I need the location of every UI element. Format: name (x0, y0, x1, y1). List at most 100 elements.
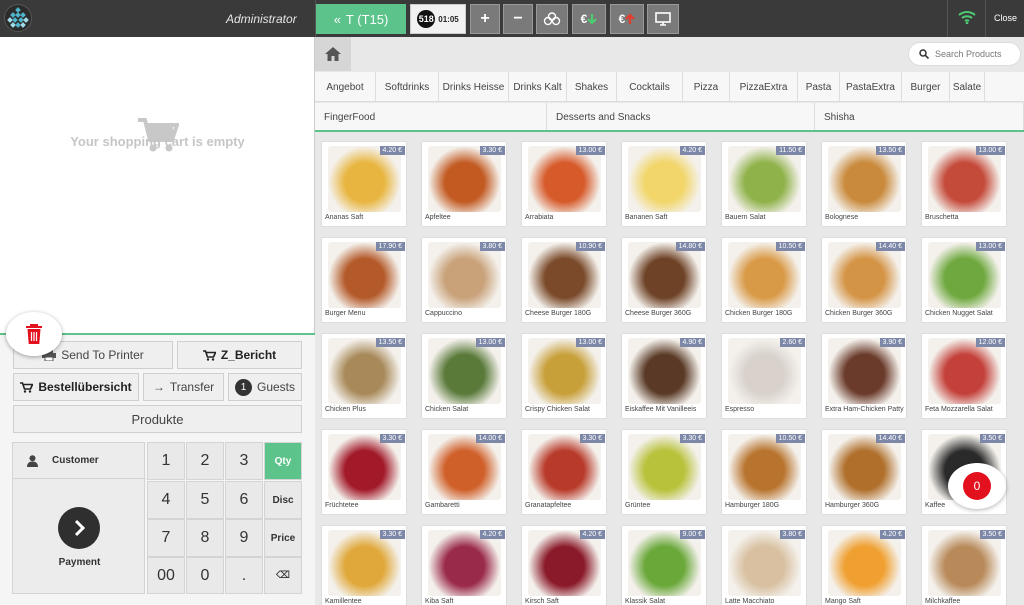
product-card[interactable]: 3.90 € Extra Ham-Chicken Patty (821, 333, 907, 419)
product-card[interactable]: 3.30 € Grüntee (621, 429, 707, 515)
tab-drinks-kalt[interactable]: Drinks Kalt (509, 72, 567, 102)
product-card[interactable]: 3.80 € Latte Macchiato (721, 525, 807, 605)
key-5[interactable]: 5 (186, 481, 224, 519)
key-00[interactable]: 00 (147, 557, 185, 594)
product-card[interactable]: 13.50 € Bolognese (821, 141, 907, 227)
z-bericht-button[interactable]: Z_Bericht (177, 341, 302, 369)
product-card[interactable]: 4.20 € Ananas Saft (321, 141, 407, 227)
tab-desserts-and-snacks[interactable]: Desserts and Snacks (547, 103, 815, 131)
backspace-button[interactable]: ⌫ (264, 557, 302, 594)
product-card[interactable]: 13.50 € Chicken Plus (321, 333, 407, 419)
product-card[interactable]: 3.30 € Apfeltee (421, 141, 507, 227)
search-input[interactable]: Search Products (908, 42, 1021, 66)
tab-drinks-heisse[interactable]: Drinks Heisse (439, 72, 509, 102)
tab-cocktails[interactable]: Cocktails (617, 72, 683, 102)
key-0[interactable]: 0 (186, 557, 224, 594)
product-image (728, 146, 801, 212)
tab-softdrinks[interactable]: Softdrinks (376, 72, 439, 102)
coins-button[interactable] (536, 4, 568, 34)
close-button[interactable]: Close (994, 13, 1017, 23)
table-button[interactable]: « T (T15) (316, 4, 406, 34)
product-card[interactable]: 2.60 € Espresso (721, 333, 807, 419)
product-card[interactable]: 13.00 € Bruschetta (921, 141, 1007, 227)
logo-icon (7, 7, 29, 28)
key-4[interactable]: 4 (147, 481, 185, 519)
key-9[interactable]: 9 (225, 519, 263, 557)
tab-pizza[interactable]: Pizza (683, 72, 730, 102)
product-card[interactable]: 3.30 € Früchtetee (321, 429, 407, 515)
tab-pasta[interactable]: Pasta (798, 72, 840, 102)
product-card[interactable]: 9.00 € Klassik Salat (621, 525, 707, 605)
product-card[interactable]: 10.90 € Cheese Burger 180G (521, 237, 607, 323)
product-card[interactable]: 4.90 € Eiskaffee Mit Vanilleeis (621, 333, 707, 419)
tab-shakes[interactable]: Shakes (567, 72, 617, 102)
key-6[interactable]: 6 (225, 481, 263, 519)
key-1[interactable]: 1 (147, 442, 185, 480)
product-card[interactable]: 14.40 € Hamburger 360G (821, 429, 907, 515)
product-card[interactable]: 17.90 € Burger Menu (321, 237, 407, 323)
tab-salate[interactable]: Salate (950, 72, 985, 102)
tab-shisha[interactable]: Shisha (815, 103, 1024, 131)
tab-pizzaextra[interactable]: PizzaExtra (730, 72, 798, 102)
product-card[interactable]: 13.00 € Crispy Chicken Salat (521, 333, 607, 419)
product-card[interactable]: 4.20 € Mango Saft (821, 525, 907, 605)
product-card[interactable]: 10.50 € Chicken Burger 180G (721, 237, 807, 323)
product-card[interactable]: 13.00 € Chicken Salat (421, 333, 507, 419)
tab-pastaextra[interactable]: PastaExtra (840, 72, 902, 102)
product-card[interactable]: 3.50 € Milchkaffee (921, 525, 1007, 605)
product-card[interactable]: 3.30 € Granatapfeltee (521, 429, 607, 515)
qty-button[interactable]: Qty (264, 442, 302, 480)
product-card[interactable]: 11.50 € Bauern Salat (721, 141, 807, 227)
product-card[interactable]: 14.40 € Chicken Burger 360G (821, 237, 907, 323)
product-image (428, 434, 501, 500)
key-decimal[interactable]: . (225, 557, 263, 594)
cart-counter-button[interactable]: 0 (948, 463, 1006, 509)
cash-out-button[interactable]: € (610, 4, 644, 34)
product-card[interactable]: 4.20 € Bananen Saft (621, 141, 707, 227)
key-3[interactable]: 3 (225, 442, 263, 480)
plus-button[interactable]: + (470, 4, 500, 34)
product-card[interactable]: 14.00 € Gambaretti (421, 429, 507, 515)
product-card[interactable]: 13.00 € Arrabiata (521, 141, 607, 227)
bestelluebersicht-label: Bestellübersicht (38, 380, 132, 394)
key-8[interactable]: 8 (186, 519, 224, 557)
tab-fingerfood[interactable]: FingerFood (315, 103, 547, 131)
cart-empty-text: Your shopping cart is empty (70, 134, 245, 149)
product-image (628, 338, 701, 404)
product-image (828, 146, 901, 212)
product-card[interactable]: 13.00 € Chicken Nugget Salat (921, 237, 1007, 323)
product-card[interactable]: 3.30 € Kamillentee (321, 525, 407, 605)
transfer-button[interactable]: → Transfer (143, 373, 224, 401)
key-2[interactable]: 2 (186, 442, 224, 480)
arrow-down-icon (587, 14, 598, 25)
home-button[interactable] (315, 37, 351, 71)
product-card[interactable]: 10.50 € Hamburger 180G (721, 429, 807, 515)
minus-button[interactable]: − (503, 4, 533, 34)
product-image (528, 242, 601, 308)
produkte-button[interactable]: Produkte (13, 405, 302, 433)
disc-button[interactable]: Disc (264, 481, 302, 519)
product-card[interactable]: 3.80 € Cappuccino (421, 237, 507, 323)
bestelluebersicht-button[interactable]: Bestellübersicht (13, 373, 139, 401)
guests-button[interactable]: 1 Guests (228, 373, 302, 401)
product-card[interactable]: 12.00 € Feta Mozzarella Salat (921, 333, 1007, 419)
product-image (328, 338, 401, 404)
product-name: Bruschetta (925, 214, 959, 221)
cash-in-button[interactable]: € (572, 4, 606, 34)
app-logo[interactable] (4, 4, 32, 32)
product-card[interactable]: 4.20 € Kirsch Saft (521, 525, 607, 605)
search-placeholder: Search Products (935, 49, 1002, 59)
product-card[interactable]: 4.20 € Kiba Saft (421, 525, 507, 605)
product-card[interactable]: 14.80 € Cheese Burger 360G (621, 237, 707, 323)
product-price: 4.90 € (679, 338, 705, 347)
trash-icon (26, 324, 42, 344)
payment-button[interactable] (58, 507, 100, 549)
tab-angebot[interactable]: Angebot (315, 72, 376, 102)
clear-cart-button[interactable] (6, 312, 62, 356)
key-7[interactable]: 7 (147, 519, 185, 557)
monitor-button[interactable] (647, 4, 679, 34)
price-button[interactable]: Price (264, 519, 302, 557)
tab-burger[interactable]: Burger (902, 72, 950, 102)
product-name: Granatapfeltee (525, 502, 572, 509)
customer-button[interactable]: Customer (13, 443, 146, 479)
